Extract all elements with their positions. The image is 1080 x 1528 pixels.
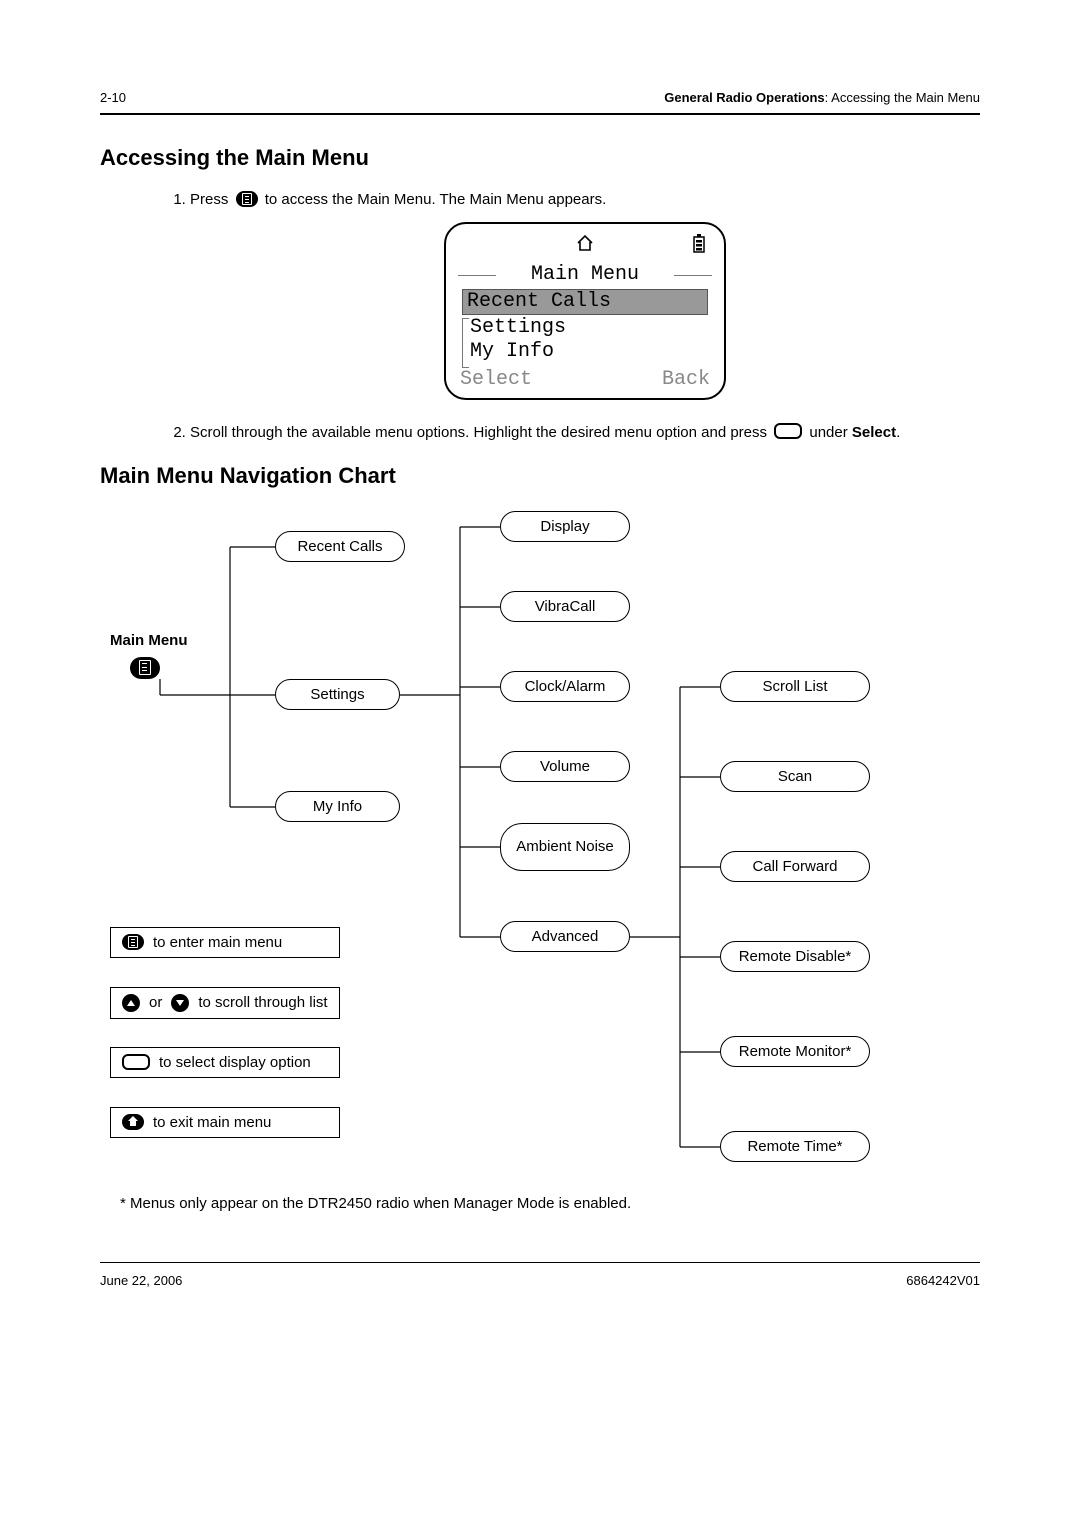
step-1: Press to access the Main Menu. The Main … — [190, 189, 980, 400]
node-call-forward: Call Forward — [720, 851, 870, 882]
down-arrow-icon — [171, 994, 189, 1012]
select-button-icon — [122, 1054, 150, 1070]
footnote: * Menus only appear on the DTR2450 radio… — [120, 1195, 980, 1212]
menu-button-icon — [122, 934, 144, 950]
menu-button-icon — [130, 657, 160, 679]
node-remote-monitor: Remote Monitor* — [720, 1036, 870, 1067]
node-display: Display — [500, 511, 630, 542]
step-2: Scroll through the available menu option… — [190, 422, 980, 445]
home-button-icon — [122, 1114, 144, 1130]
footer-date: June 22, 2006 — [100, 1273, 182, 1288]
node-my-info: My Info — [275, 791, 400, 822]
legend-enter: to enter main menu — [110, 927, 340, 958]
softkey-back: Back — [662, 368, 710, 392]
lcd-item-my-info: My Info — [460, 340, 710, 364]
navigation-chart: Main Menu Recent Calls Settings My Info … — [100, 507, 900, 1177]
select-button-icon — [774, 423, 802, 439]
section-title-chart: Main Menu Navigation Chart — [100, 463, 980, 489]
node-clock-alarm: Clock/Alarm — [500, 671, 630, 702]
lcd-item-recent-calls: Recent Calls — [462, 289, 708, 315]
battery-icon — [692, 234, 706, 262]
node-recent-calls: Recent Calls — [275, 531, 405, 562]
menu-button-icon — [236, 191, 258, 207]
node-settings: Settings — [275, 679, 400, 710]
up-arrow-icon — [122, 994, 140, 1012]
step-list: Press to access the Main Menu. The Main … — [170, 189, 980, 445]
node-ambient-noise: Ambient Noise — [500, 823, 630, 871]
softkey-select: Select — [460, 368, 532, 392]
home-icon — [575, 234, 595, 260]
node-scroll-list: Scroll List — [720, 671, 870, 702]
main-menu-label: Main Menu — [110, 632, 188, 649]
node-remote-disable: Remote Disable* — [720, 941, 870, 972]
section-title-accessing: Accessing the Main Menu — [100, 145, 980, 171]
node-remote-time: Remote Time* — [720, 1131, 870, 1162]
lcd-title: Main Menu — [460, 263, 710, 287]
running-header: 2-10 General Radio Operations: Accessing… — [100, 90, 980, 115]
node-scan: Scan — [720, 761, 870, 792]
node-advanced: Advanced — [500, 921, 630, 952]
lcd-softkeys: Select Back — [460, 368, 710, 392]
radio-lcd-screen: Main Menu Recent Calls Settings My Info … — [444, 222, 726, 401]
node-vibracall: VibraCall — [500, 591, 630, 622]
footer-rule — [100, 1262, 980, 1263]
header-section: General Radio Operations: Accessing the … — [664, 90, 980, 105]
legend-select: to select display option — [110, 1047, 340, 1078]
lcd-item-settings: Settings — [460, 316, 710, 340]
footer-docnum: 6864242V01 — [906, 1273, 980, 1288]
footer: June 22, 2006 6864242V01 — [100, 1273, 980, 1288]
lcd-status-bar — [460, 234, 710, 260]
legend-exit: to exit main menu — [110, 1107, 340, 1138]
legend-scroll: or to scroll through list — [110, 987, 340, 1019]
node-volume: Volume — [500, 751, 630, 782]
page-number: 2-10 — [100, 90, 126, 105]
